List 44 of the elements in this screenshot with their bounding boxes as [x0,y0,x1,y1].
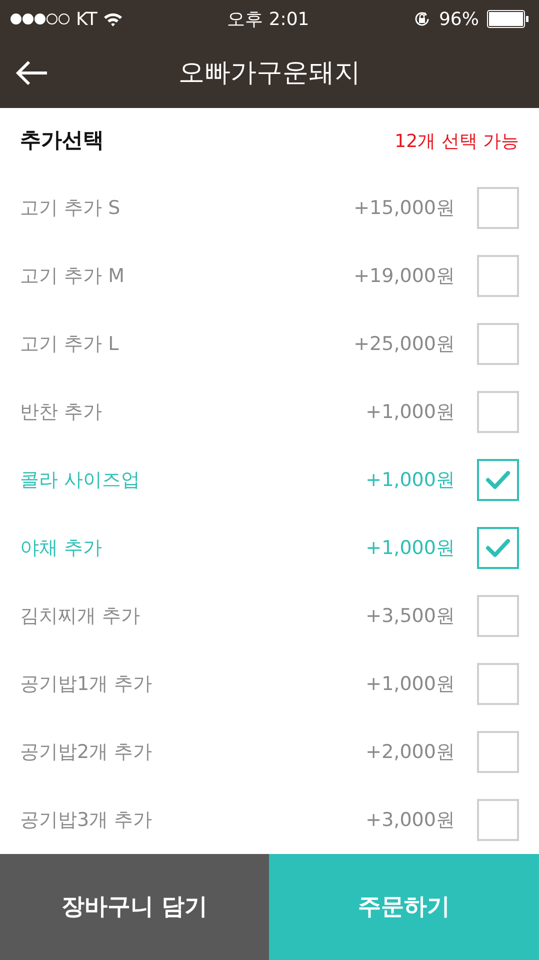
battery-icon [486,10,529,28]
option-name: 고기 추가 L [20,332,120,357]
clock-time: 오후 2:01 [227,8,310,32]
back-arrow-icon [15,60,49,86]
option-price: +15,000원 [354,196,455,221]
option-price: +1,000원 [366,672,455,697]
option-price: +1,000원 [366,400,455,425]
option-checkbox[interactable] [477,799,519,841]
option-name: 김치찌개 추가 [20,604,142,629]
rotation-lock-icon [412,10,431,28]
option-name: 고기 추가 M [20,264,126,289]
check-icon [485,470,511,490]
wifi-icon [103,12,124,26]
option-name: 야채 추가 [20,536,104,561]
option-checkbox[interactable] [477,731,519,773]
option-price: +2,000원 [366,740,455,765]
option-checkbox[interactable] [477,527,519,569]
option-checkbox[interactable] [477,255,519,297]
option-name: 반찬 추가 [20,400,104,425]
option-name: 공기밥3개 추가 [20,808,154,833]
page-title: 오빠가구운돼지 [178,56,360,90]
option-price: +1,000원 [366,468,455,493]
signal-icon [10,13,70,25]
option-checkbox[interactable] [477,663,519,705]
carrier-name: KT [76,8,98,32]
option-name: 콜라 사이즈업 [20,468,142,493]
option-price: +19,000원 [354,264,455,289]
option-price: +1,000원 [366,536,455,561]
option-checkbox[interactable] [477,595,519,637]
section-title: 추가선택 [20,127,104,154]
add-to-cart-button[interactable]: 장바구니 담기 [0,854,269,960]
option-price: +25,000원 [354,332,455,357]
option-checkbox[interactable] [477,187,519,229]
selection-limit: 12개 선택 가능 [394,130,519,154]
option-checkbox[interactable] [477,459,519,501]
option-checkbox[interactable] [477,323,519,365]
option-name: 공기밥1개 추가 [20,672,154,697]
check-icon [485,538,511,558]
battery-percent: 96% [438,8,479,32]
option-price: +3,500원 [366,604,455,629]
option-name: 고기 추가 S [20,196,122,221]
option-price: +3,000원 [366,808,455,833]
option-checkbox[interactable] [477,391,519,433]
option-name: 공기밥2개 추가 [20,740,154,765]
